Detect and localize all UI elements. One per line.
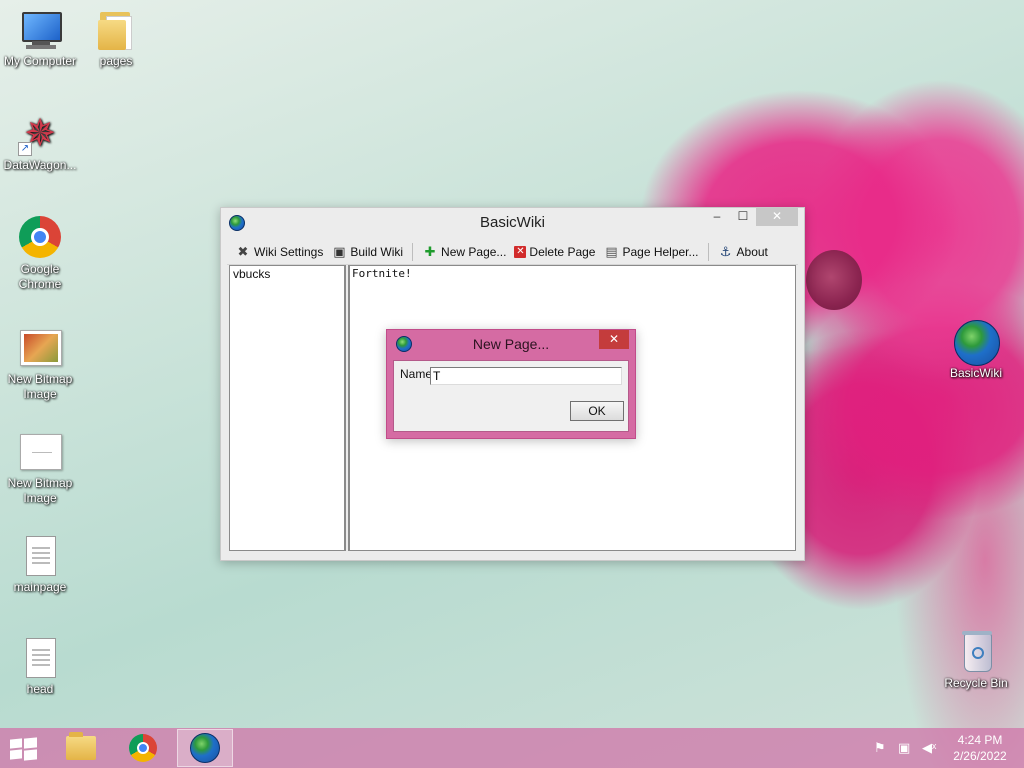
dialog-body: Name OK	[393, 360, 629, 432]
desktop-icon-label: head	[26, 682, 54, 696]
start-icon-pane	[10, 749, 22, 760]
wiki-settings-label: Wiki Settings	[254, 245, 324, 259]
about-button[interactable]: ⚓ About	[714, 241, 772, 263]
dialog-close-button[interactable]: ✕	[599, 330, 629, 349]
maximize-button[interactable]: ☐	[730, 208, 756, 226]
globe-icon	[229, 215, 245, 231]
folder-icon	[66, 732, 96, 760]
desktop-icon-new-bitmap-2[interactable]: New Bitmap Image	[0, 430, 80, 506]
document-icon	[26, 536, 56, 576]
desktop-icon-label: BasicWiki	[949, 366, 1002, 380]
name-input[interactable]	[430, 367, 622, 385]
build-wiki-button[interactable]: ▣ Build Wiki	[327, 241, 407, 263]
desktop-icon-label: Google Chrome	[18, 262, 62, 291]
start-button[interactable]	[10, 737, 38, 761]
desktop-icon-google-chrome[interactable]: Google Chrome	[0, 216, 80, 292]
about-label: About	[736, 245, 768, 259]
recycle-bin-icon-wrap	[954, 630, 998, 674]
bitmap-icon-wrap	[18, 430, 62, 474]
computer-icon	[18, 8, 62, 52]
bitmap-icon-wrap	[18, 326, 62, 370]
delete-page-label: Delete Page	[529, 245, 596, 259]
window-title: BasicWiki	[479, 214, 545, 231]
desktop: My Computer pages ✵ ↗ DataWagon... Google…	[0, 0, 1024, 768]
toolbar: ✖ Wiki Settings ▣ Build Wiki ✚ New Page.…	[227, 240, 798, 265]
desktop-icon-label: pages	[99, 54, 133, 68]
desktop-icon-new-bitmap-1[interactable]: New Bitmap Image	[0, 326, 80, 402]
document-icon-wrap	[18, 534, 62, 578]
desktop-icon-datawagon[interactable]: ✵ ↗ DataWagon...	[0, 112, 80, 173]
taskbar: ⚑ ▣ ◀ˣ 4:24 PM 2/26/2022	[0, 728, 1024, 768]
desktop-icon-recycle-bin[interactable]: Recycle Bin	[936, 630, 1016, 691]
flag-icon[interactable]: ⚑	[874, 740, 886, 756]
document-icon-wrap	[18, 636, 62, 680]
globe-icon-wrap	[954, 320, 1000, 366]
taskbar-basicwiki[interactable]	[177, 729, 233, 767]
recycle-bin-icon	[962, 631, 992, 672]
toolbar-separator	[707, 243, 709, 261]
datawagon-icon: ✵ ↗	[18, 112, 62, 156]
desktop-icon-pages[interactable]: pages	[76, 8, 156, 69]
taskbar-chrome[interactable]	[115, 729, 171, 767]
list-item[interactable]: vbucks	[233, 267, 341, 281]
page-list[interactable]: vbucks	[229, 265, 346, 551]
window-titlebar[interactable]: BasicWiki – ☐ ✕	[221, 208, 804, 238]
build-wiki-label: Build Wiki	[350, 245, 404, 259]
shortcut-arrow-icon: ↗	[18, 142, 32, 156]
start-icon-pane	[24, 737, 37, 749]
globe-icon	[954, 320, 1000, 366]
ok-button[interactable]: OK	[570, 401, 624, 421]
taskbar-file-explorer[interactable]	[53, 729, 109, 767]
desktop-icon-label: mainpage	[13, 580, 67, 594]
name-label: Name	[400, 367, 433, 381]
document-icon	[26, 638, 56, 678]
globe-icon	[190, 733, 220, 763]
dialog-titlebar[interactable]: New Page... ✕	[387, 330, 635, 358]
wiki-settings-button[interactable]: ✖ Wiki Settings	[231, 241, 327, 263]
wallpaper-flower-center	[806, 250, 862, 310]
desktop-icon-label: New Bitmap Image	[7, 476, 73, 505]
taskbar-clock[interactable]: 4:24 PM 2/26/2022	[940, 732, 1020, 764]
desktop-icon-basicwiki[interactable]: BasicWiki	[936, 320, 1016, 381]
desktop-icon-label: New Bitmap Image	[7, 372, 73, 401]
new-page-label: New Page...	[441, 245, 507, 259]
page-helper-icon: ▤	[605, 244, 618, 259]
desktop-icon-my-computer[interactable]: My Computer	[0, 8, 80, 69]
volume-muted-icon[interactable]: ◀ˣ	[922, 740, 936, 756]
chrome-icon-wrap	[18, 216, 62, 260]
bitmap-icon	[20, 330, 62, 366]
new-page-dialog[interactable]: New Page... ✕ Name OK	[386, 329, 636, 439]
desktop-icon-label: DataWagon...	[3, 158, 77, 172]
desktop-icon-mainpage[interactable]: mainpage	[0, 534, 80, 595]
globe-icon	[396, 336, 412, 352]
chrome-icon	[129, 734, 157, 762]
clock-date: 2/26/2022	[953, 749, 1007, 763]
chrome-icon	[19, 216, 61, 258]
desktop-icon-label: My Computer	[3, 54, 77, 68]
new-page-button[interactable]: ✚ New Page...	[418, 241, 510, 263]
bitmap-icon	[20, 434, 62, 470]
network-icon[interactable]: ▣	[898, 740, 910, 756]
dialog-title: New Page...	[472, 336, 550, 352]
wrench-icon: ✖	[237, 244, 249, 259]
plus-icon: ✚	[424, 244, 436, 259]
page-helper-button[interactable]: ▤ Page Helper...	[599, 241, 702, 263]
start-icon	[10, 738, 22, 749]
about-icon: ⚓	[719, 244, 732, 259]
start-icon-pane	[24, 749, 37, 761]
caption-buttons: – ☐ ✕	[704, 208, 798, 228]
close-button[interactable]: ✕	[756, 208, 798, 226]
save-icon: ▣	[333, 244, 346, 259]
clock-time: 4:24 PM	[957, 733, 1003, 747]
toolbar-separator	[412, 243, 414, 261]
delete-icon: ✕	[514, 246, 527, 258]
page-helper-label: Page Helper...	[622, 245, 699, 259]
desktop-icon-head[interactable]: head	[0, 636, 80, 697]
minimize-button[interactable]: –	[704, 208, 730, 226]
folder-icon	[94, 8, 138, 52]
delete-page-button[interactable]: ✕ Delete Page	[510, 241, 599, 263]
desktop-icon-label: Recycle Bin	[944, 676, 1008, 690]
